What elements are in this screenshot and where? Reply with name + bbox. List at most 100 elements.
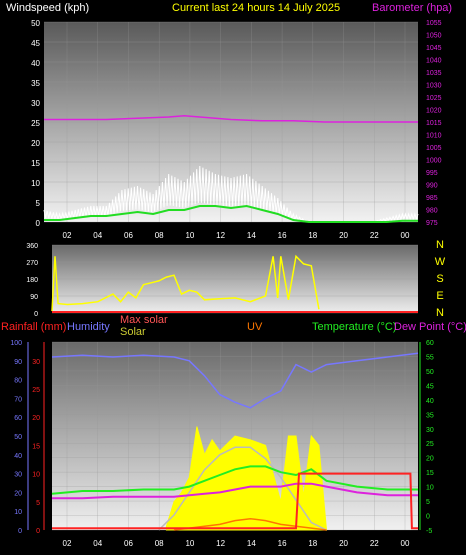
rainfall-axis-tick: 0 (36, 528, 40, 535)
barometer-axis-tick: 990 (426, 183, 438, 190)
rainfall-axis-tick: 25 (32, 387, 40, 394)
rainfall-axis-tick: 15 (32, 443, 40, 450)
barometer-axis-tick: 985 (426, 195, 438, 202)
wind-x-tick: 10 (185, 231, 194, 240)
temperature-axis-tick: 40 (426, 398, 434, 405)
wind-axis-tick: 20 (31, 139, 40, 148)
climate-x-tick: 16 (278, 539, 287, 548)
temperature-axis-tick: 35 (426, 412, 434, 419)
weather-chart-canvas: 0510152025303540455097598098599099510001… (1, 2, 466, 548)
wind-axis-tick: 15 (31, 159, 40, 168)
temperature-axis-tick: 55 (426, 354, 434, 361)
chart-title: Current last 24 hours 14 July 2025 (172, 2, 340, 14)
wind-x-tick: 16 (278, 231, 287, 240)
barometer-axis-tick: 1050 (426, 33, 442, 40)
wind-x-tick: 04 (93, 231, 102, 240)
wind-axis-tick: 10 (31, 179, 40, 188)
direction-axis-tick: 0 (34, 311, 38, 318)
temperature-axis-tick: -5 (426, 528, 432, 535)
compass-label: S (436, 273, 443, 285)
temperature-axis-tick: 60 (426, 340, 434, 347)
barometer-axis-tick: 1035 (426, 70, 442, 77)
humidity-axis-tick: 0 (18, 528, 22, 535)
temperature-axis-tick: 20 (426, 456, 434, 463)
climate-x-tick: 06 (124, 539, 133, 548)
climate-x-tick: 02 (63, 539, 72, 548)
humidity-label: Humidity (67, 321, 110, 333)
humidity-axis-tick: 80 (14, 378, 22, 385)
humidity-axis-tick: 30 (14, 472, 22, 479)
wind-x-tick: 08 (155, 231, 164, 240)
wind-axis-tick: 40 (31, 59, 40, 68)
climate-x-tick: 12 (216, 539, 225, 548)
temperature-axis-tick: 0 (426, 514, 430, 521)
wind-x-tick: 14 (247, 231, 256, 240)
temperature-axis-tick: 45 (426, 383, 434, 390)
wind-x-tick: 06 (124, 231, 133, 240)
wind-x-tick: 12 (216, 231, 225, 240)
temperature-axis-tick: 30 (426, 427, 434, 434)
climate-x-tick: 10 (185, 539, 194, 548)
rainfall-axis-tick: 20 (32, 415, 40, 422)
wind-x-tick: 22 (370, 231, 379, 240)
direction-axis-tick: 360 (26, 243, 38, 250)
wind-axis-tick: 0 (36, 219, 41, 228)
climate-x-tick: 00 (401, 539, 410, 548)
humidity-axis-tick: 70 (14, 396, 22, 403)
wind-x-tick: 00 (401, 231, 410, 240)
wind-x-tick: 02 (63, 231, 72, 240)
barometer-axis-tick: 1055 (426, 20, 442, 27)
barometer-axis-tick: 1020 (426, 108, 442, 115)
humidity-axis-tick: 50 (14, 434, 22, 441)
max-solar-label: Max solar (120, 314, 168, 326)
barometer-axis-tick: 1025 (426, 95, 442, 102)
wind-x-tick: 20 (339, 231, 348, 240)
wind-axis-tick: 25 (31, 119, 40, 128)
climate-x-tick: 18 (308, 539, 317, 548)
windspeed-label: Windspeed (kph) (6, 2, 89, 14)
rainfall-axis-tick: 5 (36, 500, 40, 507)
humidity-axis-tick: 60 (14, 415, 22, 422)
temperature-axis-tick: 5 (426, 499, 430, 506)
temperature-label: Temperature (°C) (312, 321, 396, 333)
wind-axis-tick: 50 (31, 19, 40, 28)
solar-label: Solar (120, 326, 146, 338)
climate-x-tick: 14 (247, 539, 256, 548)
direction-axis-tick: 180 (26, 277, 38, 284)
humidity-axis-tick: 90 (14, 359, 22, 366)
temperature-axis-tick: 15 (426, 470, 434, 477)
climate-x-tick: 08 (155, 539, 164, 548)
barometer-axis-tick: 975 (426, 220, 438, 227)
wind-axis-tick: 5 (36, 199, 41, 208)
compass-label: W (435, 256, 446, 268)
barometer-axis-tick: 1005 (426, 145, 442, 152)
wind-axis-tick: 35 (31, 79, 40, 88)
uv-label: UV (247, 321, 263, 333)
compass-label: E (436, 290, 443, 302)
barometer-axis-tick: 995 (426, 170, 438, 177)
barometer-axis-tick: 1010 (426, 133, 442, 140)
humidity-axis-tick: 20 (14, 490, 22, 497)
barometer-axis-tick: 1000 (426, 158, 442, 165)
barometer-axis-tick: 980 (426, 208, 438, 215)
barometer-label: Barometer (hpa) (372, 2, 452, 14)
wind-x-tick: 18 (308, 231, 317, 240)
wind-axis-tick: 45 (31, 39, 40, 48)
rainfall-axis-tick: 10 (32, 472, 40, 479)
humidity-axis-tick: 100 (10, 340, 22, 347)
compass-label: N (436, 307, 444, 319)
climate-x-tick: 22 (370, 539, 379, 548)
direction-axis-tick: 270 (26, 260, 38, 267)
barometer-axis-tick: 1040 (426, 58, 442, 65)
climate-x-tick: 04 (93, 539, 102, 548)
humidity-axis-tick: 10 (14, 509, 22, 516)
direction-axis-tick: 90 (30, 294, 38, 301)
climate-x-tick: 20 (339, 539, 348, 548)
wind-axis-tick: 30 (31, 99, 40, 108)
compass-label: N (436, 239, 444, 251)
barometer-axis-tick: 1015 (426, 120, 442, 127)
humidity-axis-tick: 40 (14, 453, 22, 460)
temperature-axis-tick: 10 (426, 485, 434, 492)
dew-point-label: Dew Point (°C) (394, 321, 466, 333)
rainfall-axis-tick: 30 (32, 359, 40, 366)
